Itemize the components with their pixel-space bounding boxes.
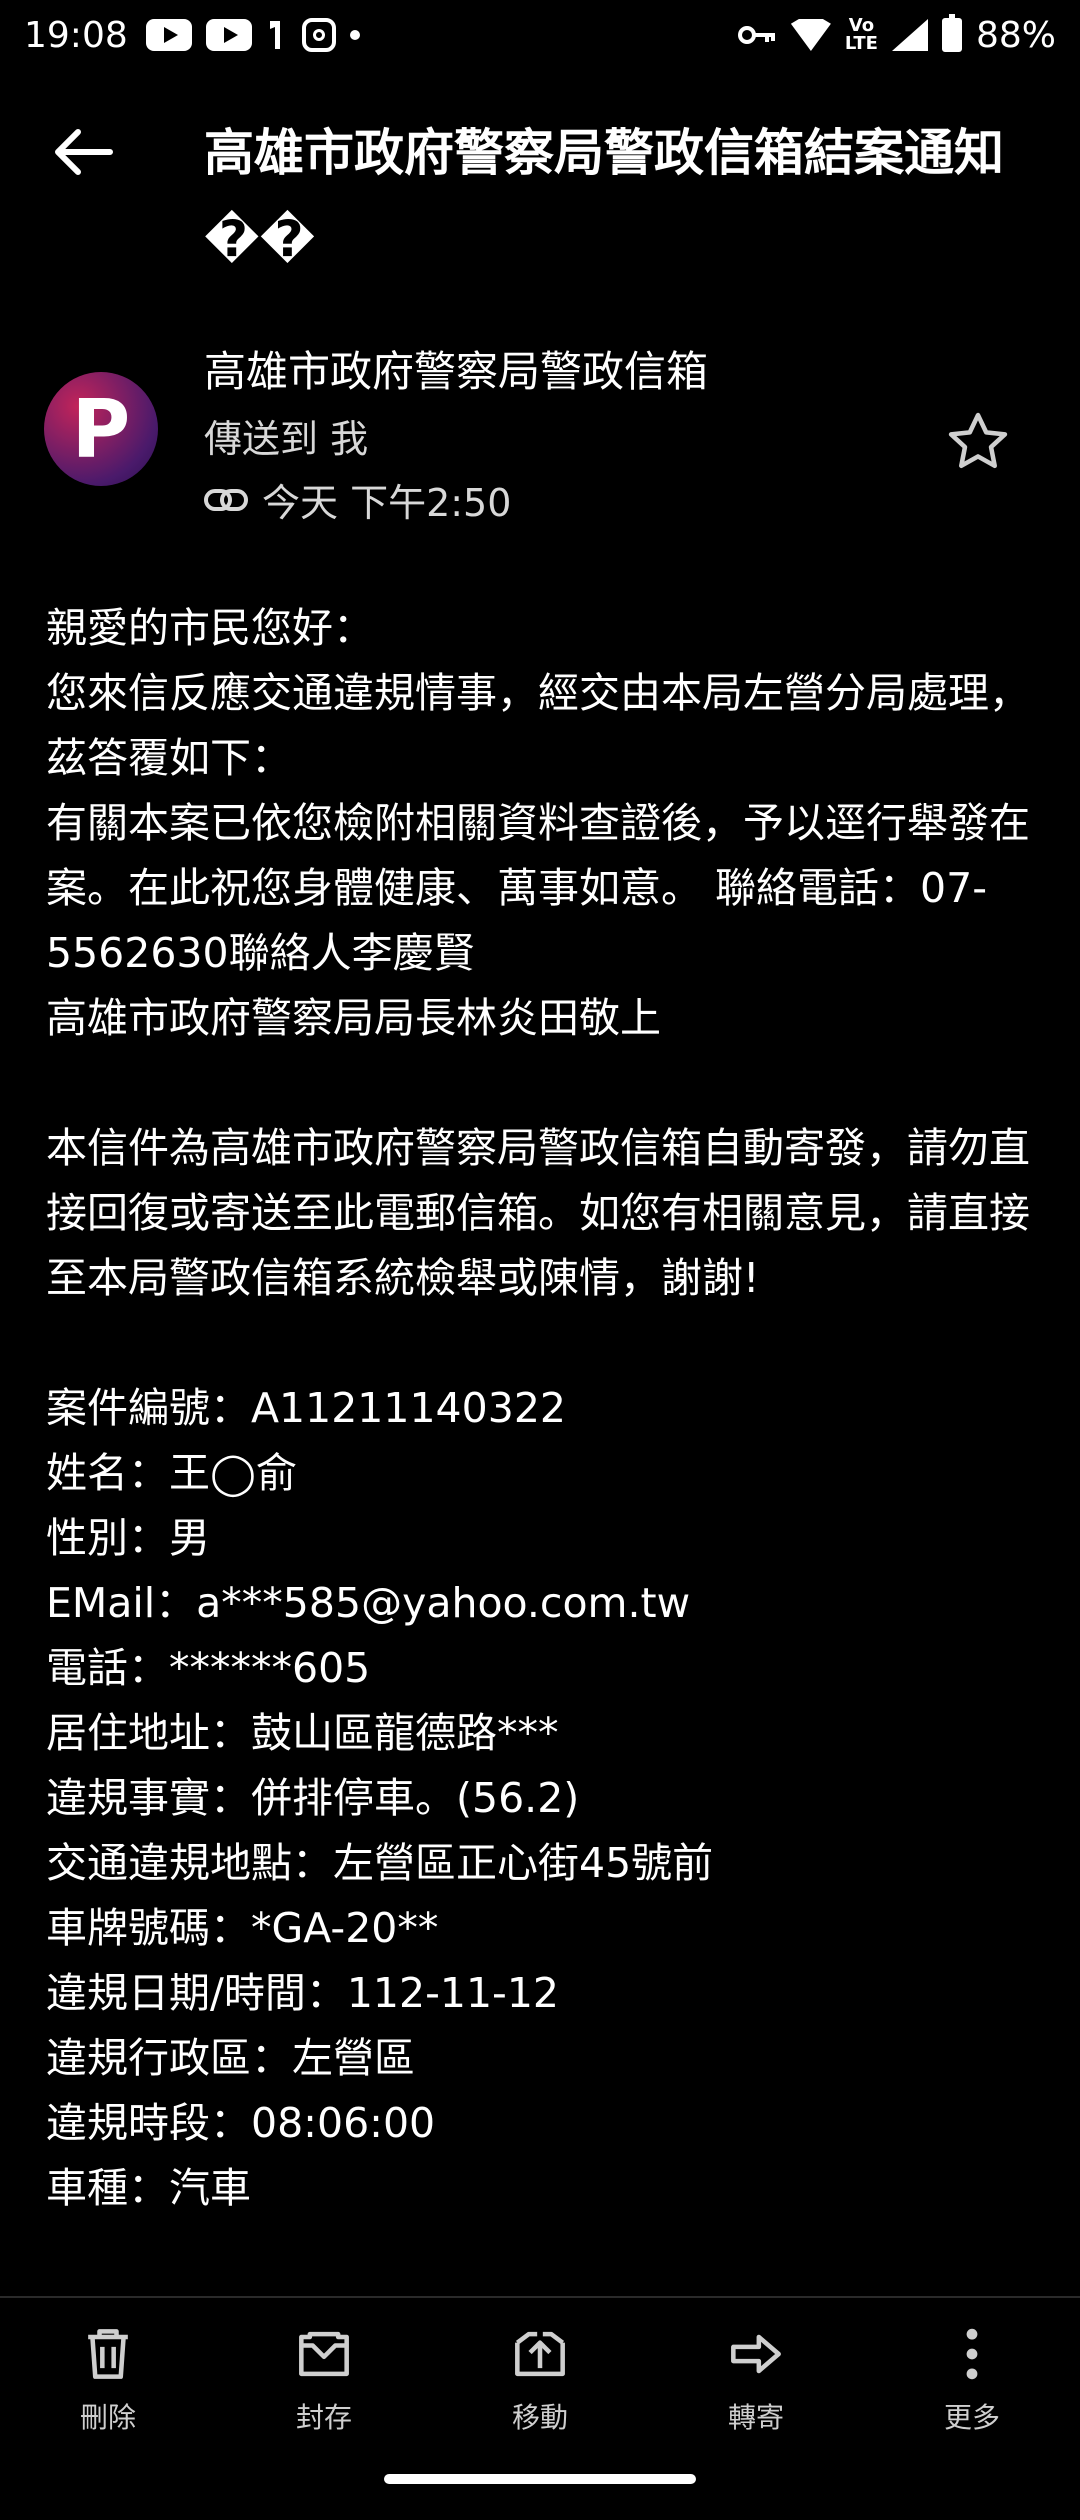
body-line: 交通違規地點：左營區正心街45號前	[46, 1839, 714, 1887]
body-line: 違規事實：併排停車。(56.2)	[46, 1774, 580, 1822]
bottom-divider	[0, 2296, 1080, 2298]
recipient-details[interactable]: 傳送到 我	[204, 408, 368, 463]
body-line: EMail：a***585@yahoo.com.tw	[46, 1579, 691, 1627]
forward-label: 轉寄	[727, 2401, 784, 2434]
archive-label: 封存	[295, 2401, 352, 2434]
delete-button[interactable]: 刪除	[0, 2310, 216, 2450]
sender-avatar[interactable]: P	[44, 372, 158, 486]
body-line: 有關本案已依您檢附相關資料查證後，予以逕行舉發在案。在此祝您身體健康、萬事如意。…	[46, 799, 1030, 977]
instagram-icon	[301, 18, 336, 52]
status-notification-icons	[145, 17, 360, 53]
bottom-action-bar: 刪除 封存 移動 轉寄 更多	[0, 2310, 1080, 2450]
forward-button[interactable]: 轉寄	[648, 2310, 864, 2450]
email-subject: 高雄市政府警察局警政信箱結案通知 ��	[204, 124, 1004, 268]
status-time: 19:08	[24, 14, 128, 56]
signal-icon	[891, 19, 928, 51]
status-system-icons: Vo LTE 88%	[737, 0, 1056, 70]
body-line: 電話：******605	[46, 1644, 371, 1692]
move-label: 移動	[511, 2401, 568, 2434]
link-icon	[204, 488, 248, 511]
move-to-icon	[515, 2331, 565, 2377]
body-line: 違規行政區：左營區	[46, 2034, 415, 2082]
home-indicator[interactable]	[384, 2474, 696, 2484]
body-line: 居住地址：鼓山區龍德路***	[46, 1709, 559, 1757]
back-button[interactable]	[50, 122, 120, 182]
body-line: 姓名：王◯俞	[46, 1449, 297, 1497]
volte-icon: Vo LTE	[844, 15, 878, 54]
email-date-row: 今天 下午2:50	[204, 472, 511, 527]
youtube-icon	[145, 19, 192, 51]
body-line: 違規時段：08:06:00	[46, 2099, 436, 2147]
body-line: 車牌號碼：*GA-20**	[46, 1904, 439, 1952]
star-button[interactable]	[944, 408, 1012, 476]
key-icon	[737, 26, 775, 44]
battery-percent: 88%	[975, 14, 1056, 56]
delete-label: 刪除	[79, 2401, 136, 2434]
body-line: 高雄市政府警察局局長林炎田敬上	[46, 994, 661, 1042]
youtube-icon	[205, 19, 252, 51]
star-icon	[948, 412, 1008, 469]
archive-button[interactable]: 封存	[216, 2310, 432, 2450]
arrow-left-icon	[55, 129, 113, 175]
more-label: 更多	[943, 2401, 1000, 2434]
more-vert-icon	[966, 2328, 978, 2380]
avatar-letter: P	[71, 382, 131, 476]
battery-icon	[941, 14, 962, 52]
archive-icon	[299, 2331, 349, 2377]
sender-name[interactable]: 高雄市政府警察局警政信箱	[204, 338, 708, 399]
dot-icon	[349, 30, 360, 40]
body-line: 您來信反應交通違規情事，經交由本局左營分局處理，茲答覆如下：	[46, 669, 1030, 782]
body-line: 案件編號：A11211140322	[46, 1384, 566, 1432]
body-line: 親愛的市民您好：	[46, 604, 374, 652]
body-line: 車種：汽車	[46, 2164, 251, 2212]
trash-icon	[88, 2329, 128, 2379]
email-body: 親愛的市民您好： 您來信反應交通違規情事，經交由本局左營分局處理，茲答覆如下： …	[46, 596, 1046, 2221]
notification-icon	[269, 21, 280, 49]
body-line: 性別：男	[46, 1514, 210, 1562]
move-button[interactable]: 移動	[432, 2310, 648, 2450]
email-date: 今天 下午2:50	[262, 481, 512, 525]
more-button[interactable]: 更多	[864, 2310, 1080, 2450]
status-bar: 19:08 Vo LTE 88%	[0, 0, 1080, 70]
body-line: 違規日期/時間：112-11-12	[46, 1969, 559, 2017]
forward-icon	[731, 2334, 781, 2374]
body-line: 本信件為高雄市政府警察局警政信箱自動寄發，請勿直接回復或寄送至此電郵信箱。如您有…	[46, 1124, 1030, 1302]
wifi-icon	[790, 19, 831, 51]
